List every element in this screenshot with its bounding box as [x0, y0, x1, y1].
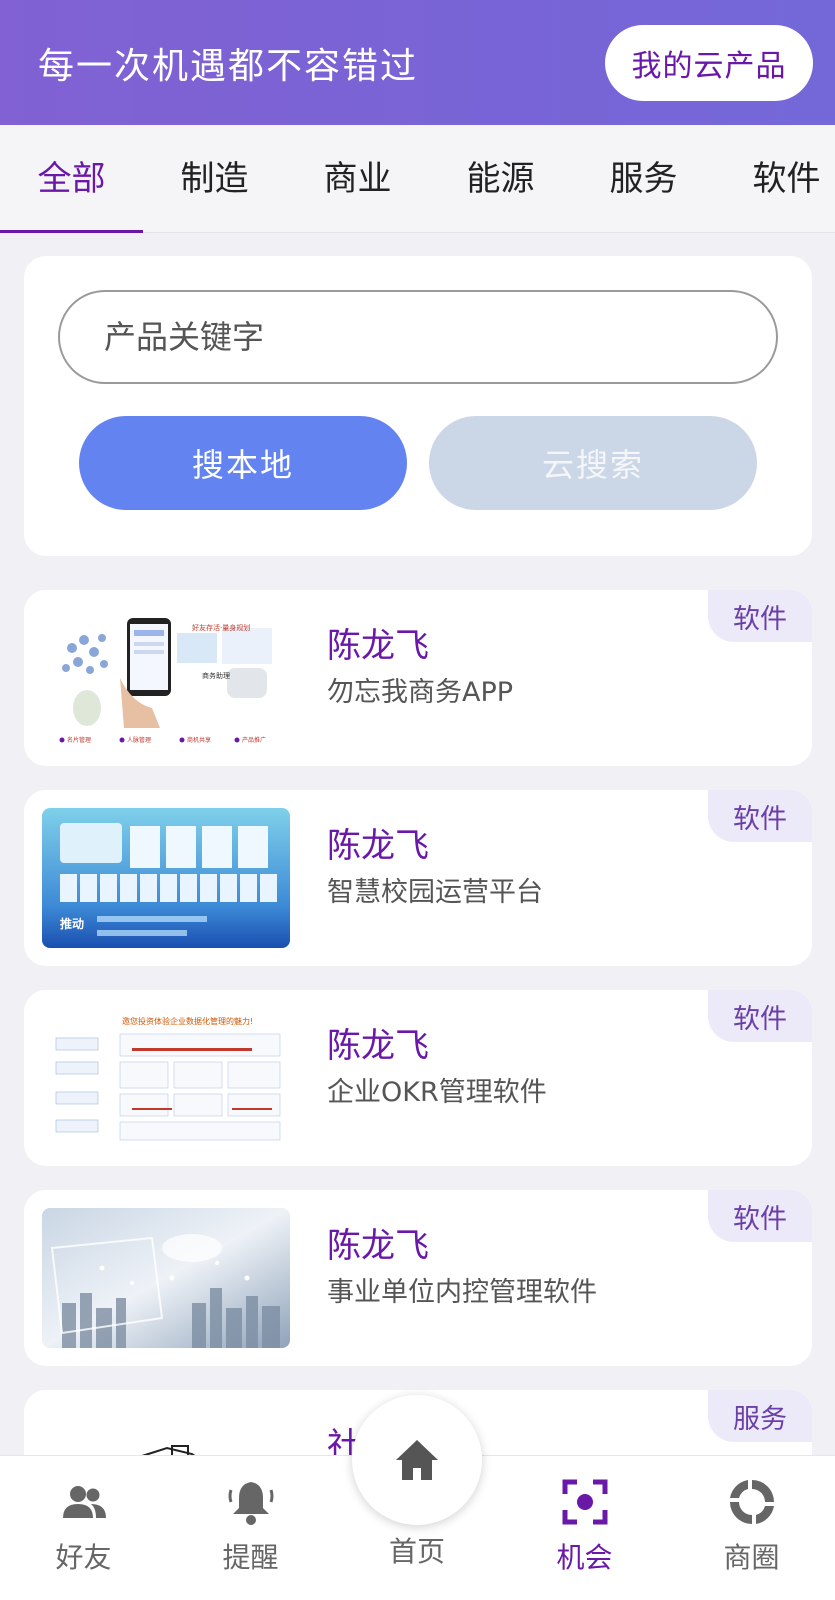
nav-opportunity[interactable]: 机会: [501, 1456, 668, 1600]
nav-opportunity-label: 机会: [556, 1541, 613, 1574]
home-button[interactable]: [352, 1395, 482, 1525]
product-card[interactable]: 陈龙飞 事业单位内控管理软件 软件: [24, 1190, 812, 1366]
product-description: 智慧校园运营平台: [327, 877, 543, 908]
product-thumbnail: 推动: [42, 808, 290, 948]
svg-text:人脉管理: 人脉管理: [127, 736, 151, 744]
app-header: 每一次机遇都不容错过 我的云产品: [0, 0, 835, 125]
nav-circle-label: 商圈: [723, 1541, 780, 1574]
friends-icon: [62, 1486, 106, 1518]
home-icon: [396, 1440, 438, 1480]
svg-text:商机共享: 商机共享: [187, 736, 211, 744]
product-card[interactable]: 推动 陈龙飞 智慧校园运营平台 软件: [24, 790, 812, 966]
cloud-search-button[interactable]: 云搜索: [429, 416, 757, 510]
search-local-button[interactable]: 搜本地: [79, 416, 407, 510]
nav-remind[interactable]: 提醒: [167, 1456, 334, 1600]
svg-text:产品推广: 产品推广: [242, 736, 266, 744]
category-badge: 软件: [708, 1190, 812, 1242]
category-badge: 软件: [708, 990, 812, 1042]
svg-text:名片管理: 名片管理: [67, 736, 91, 744]
category-badge: 软件: [708, 590, 812, 642]
search-card: 搜本地 云搜索: [24, 256, 812, 556]
thumbnail-caption: 推动: [60, 916, 84, 931]
tab-commerce[interactable]: 商业: [286, 125, 429, 233]
bell-icon: [228, 1482, 273, 1525]
tab-energy[interactable]: 能源: [429, 125, 572, 233]
category-badge: 软件: [708, 790, 812, 842]
product-owner: 陈龙飞: [327, 1226, 429, 1266]
product-card[interactable]: 邀您投资体验企业数据化管理的魅力! 陈龙飞 企业OKR管理软件 软件: [24, 990, 812, 1166]
product-thumbnail: 好友存活·量身规划 商务助理 名片管理 人脉管理 商机共享 产品推广: [42, 608, 290, 748]
nav-remind-label: 提醒: [222, 1541, 279, 1574]
header-title: 每一次机遇都不容错过: [38, 45, 419, 87]
product-owner: 陈龙飞: [327, 1026, 429, 1066]
svg-text:好友存活·量身规划: 好友存活·量身规划: [192, 623, 250, 632]
circle-icon: [729, 1480, 774, 1524]
tab-manufacturing[interactable]: 制造: [143, 125, 286, 233]
tab-all[interactable]: 全部: [0, 125, 143, 233]
nav-friends[interactable]: 好友: [0, 1456, 167, 1600]
scan-icon: [562, 1479, 607, 1525]
category-badge: 服务: [708, 1390, 812, 1442]
my-cloud-products-button[interactable]: 我的云产品: [605, 24, 813, 101]
product-owner: 陈龙飞: [327, 626, 429, 666]
category-tabs: 全部 制造 商业 能源 服务 软件: [0, 125, 835, 233]
product-description: 事业单位内控管理软件: [327, 1277, 597, 1308]
product-thumbnail: [42, 1208, 290, 1348]
nav-friends-label: 好友: [55, 1541, 112, 1574]
tab-service[interactable]: 服务: [572, 125, 715, 233]
svg-text:商务助理: 商务助理: [202, 671, 230, 680]
product-description: 企业OKR管理软件: [327, 1077, 547, 1108]
product-owner: 陈龙飞: [327, 826, 429, 866]
product-thumbnail: 邀您投资体验企业数据化管理的魅力!: [42, 1008, 290, 1148]
product-card[interactable]: 好友存活·量身规划 商务助理 名片管理 人脉管理 商机共享 产品推广 陈龙飞 勿忘我…: [24, 590, 812, 766]
nav-circle[interactable]: 商圈: [668, 1456, 835, 1600]
keyword-search-input[interactable]: [58, 290, 778, 384]
tab-software[interactable]: 软件: [715, 125, 835, 233]
thumbnail-caption: 邀您投资体验企业数据化管理的魅力!: [122, 1016, 253, 1026]
product-description: 勿忘我商务APP: [327, 677, 514, 708]
nav-home-label: 首页: [388, 1535, 445, 1568]
